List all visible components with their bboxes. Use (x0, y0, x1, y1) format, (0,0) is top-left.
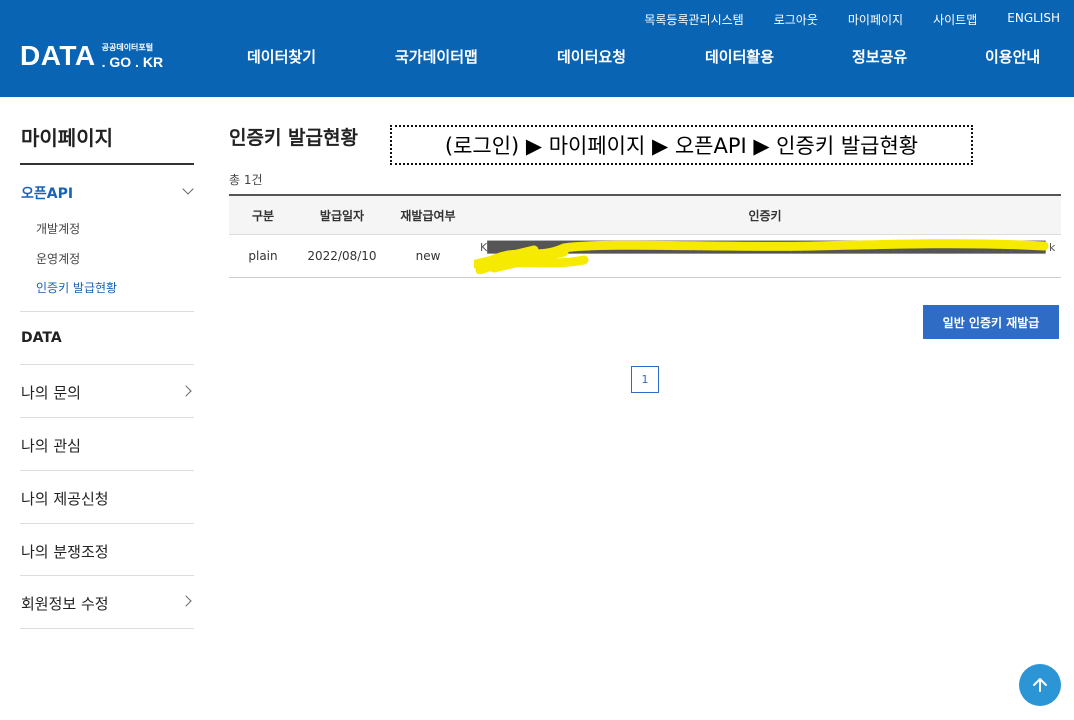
redaction-mark (474, 239, 1049, 274)
chevron-down-icon[interactable] (182, 183, 194, 195)
sidebar-item-member-info[interactable]: 회원정보 수정 (21, 593, 109, 614)
sidebar-title: 마이페이지 (21, 126, 113, 150)
nav-guide[interactable]: 이용안내 (985, 46, 1040, 67)
util-link-sitemap[interactable]: 사이트맵 (933, 11, 977, 28)
sidebar-divider (20, 628, 194, 629)
page-title: 인증키 발급현황 (229, 127, 358, 149)
sidebar-item-open-api[interactable]: 오픈API (21, 183, 73, 203)
sidebar-divider (20, 311, 194, 312)
sidebar-item-data[interactable]: DATA (21, 330, 62, 346)
pagination-page-1[interactable]: 1 (631, 366, 659, 393)
sidebar-title-divider (20, 163, 194, 165)
cell-type: plain (248, 249, 278, 263)
cell-reissue: new (415, 249, 441, 263)
sidebar-divider (20, 364, 194, 365)
scroll-top-button[interactable] (1019, 664, 1061, 706)
breadcrumb: (로그인) ▶ 마이페이지 ▶ 오픈API ▶ 인증키 발급현황 (390, 125, 973, 165)
nav-info-share[interactable]: 정보공유 (852, 46, 907, 67)
sidebar-sub-dev-account[interactable]: 개발계정 (36, 220, 80, 237)
col-key: 인증키 (748, 208, 782, 223)
nav-data-use[interactable]: 데이터활용 (705, 46, 774, 67)
col-reissue: 재발급여부 (400, 208, 456, 223)
nav-national-data-map[interactable]: 국가데이터맵 (395, 46, 478, 67)
cell-date: 2022/08/10 (307, 249, 377, 263)
sidebar-sub-prod-account[interactable]: 운영계정 (36, 250, 80, 267)
util-link-logout[interactable]: 로그아웃 (774, 11, 818, 28)
nav-find-data[interactable]: 데이터찾기 (247, 46, 316, 67)
sidebar-divider (20, 575, 194, 576)
sidebar-divider (20, 417, 194, 418)
col-date: 발급일자 (319, 208, 365, 223)
sidebar-divider (20, 470, 194, 471)
site-header: 목록등록관리시스템 로그아웃 마이페이지 사이트맵 ENGLISH DATA 공… (0, 0, 1074, 97)
util-link-registry[interactable]: 목록등록관리시스템 (644, 11, 743, 28)
sidebar-item-my-inquiry[interactable]: 나의 문의 (21, 382, 81, 403)
chevron-right-icon[interactable] (180, 385, 192, 397)
chevron-right-icon[interactable] (180, 595, 192, 607)
sidebar-item-my-dispute[interactable]: 나의 분쟁조정 (21, 541, 109, 562)
nav-data-request[interactable]: 데이터요청 (557, 46, 626, 67)
reissue-key-button[interactable]: 일반 인증키 재발급 (923, 305, 1059, 339)
sidebar-item-my-provision[interactable]: 나의 제공신청 (21, 488, 109, 509)
utility-nav: 목록등록관리시스템 로그아웃 마이페이지 사이트맵 ENGLISH (614, 11, 1060, 28)
sidebar-divider (20, 523, 194, 524)
sidebar-sub-key-status[interactable]: 인증키 발급현황 (36, 279, 117, 296)
util-link-mypage[interactable]: 마이페이지 (848, 11, 903, 28)
sidebar-item-my-interest[interactable]: 나의 관심 (21, 435, 81, 456)
table-header: 구분 발급일자 재발급여부 인증키 (229, 194, 1061, 235)
util-link-english[interactable]: ENGLISH (1007, 11, 1060, 28)
main-nav: 데이터찾기 국가데이터맵 데이터요청 데이터활용 정보공유 이용안내 (0, 46, 1074, 66)
total-count: 총 1건 (229, 173, 263, 187)
col-type: 구분 (251, 208, 275, 223)
arrow-up-icon (1033, 678, 1047, 692)
